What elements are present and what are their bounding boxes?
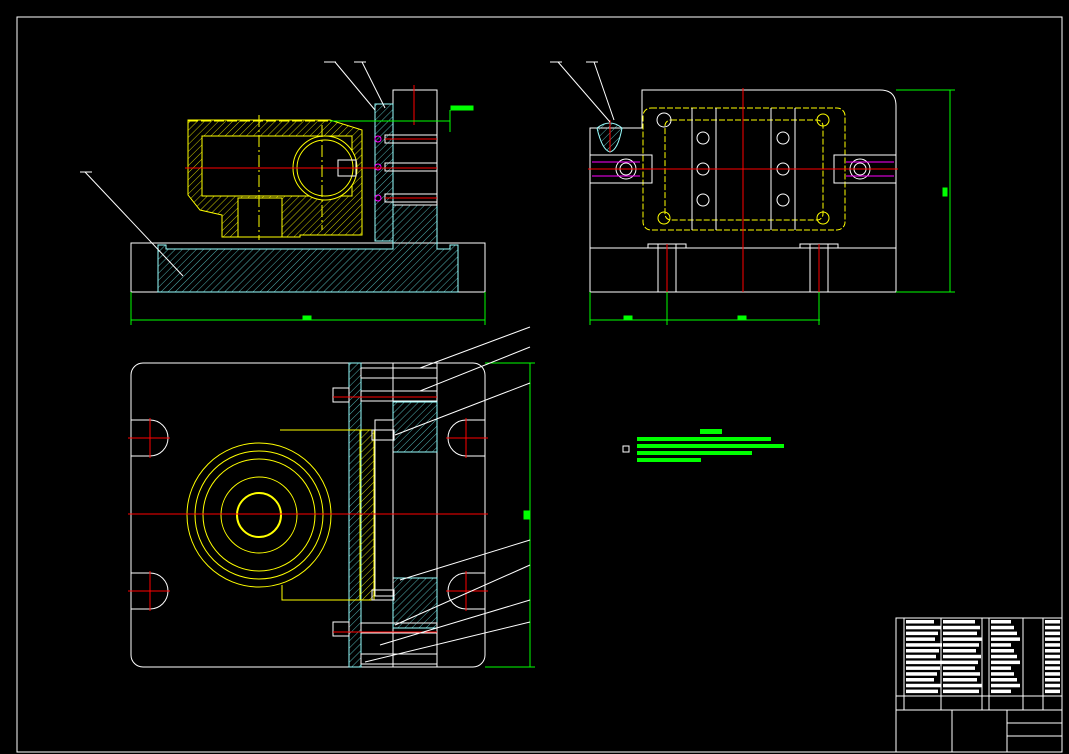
title-block-cell [943, 631, 977, 636]
title-block-cell [1045, 660, 1060, 665]
title-block-cell [991, 631, 1017, 636]
title-block-cell [943, 643, 979, 647]
title-block-cell [906, 637, 935, 641]
title-block-cell [991, 660, 1020, 665]
title-block-cell [906, 660, 943, 665]
part-leaders [364, 326, 531, 663]
cad-drawing-canvas[interactable] [0, 0, 1069, 754]
technical-notes [622, 429, 784, 462]
title-block-cell [906, 643, 942, 647]
title-block-cell [991, 643, 1011, 647]
title-block-cell [943, 689, 979, 694]
title-block-cell [991, 637, 1020, 641]
title-block-cell [906, 654, 936, 659]
title-block-cell [906, 666, 940, 670]
title-block-cell [1045, 643, 1060, 647]
title-block-cell [991, 625, 1014, 630]
side-view [550, 61, 955, 325]
title-block-cell [991, 654, 1017, 659]
title-block-cell [906, 649, 939, 653]
drawing-border [16, 16, 1063, 753]
title-block-cell [1045, 654, 1060, 659]
title-block-cell [991, 666, 1011, 670]
title-block-cell [1045, 620, 1060, 624]
title-block-cell [1045, 649, 1060, 653]
title-block-cell [906, 631, 938, 636]
title-block-cell [991, 649, 1014, 653]
upright-block [392, 89, 438, 206]
title-block-cell [1045, 666, 1060, 670]
title-block-cell [943, 666, 975, 670]
title-block-cell [906, 672, 937, 676]
title-block-cell [906, 678, 934, 682]
title-block-cell [943, 637, 982, 641]
title-block-cell [906, 620, 934, 624]
title-block-cell [943, 620, 975, 624]
title-block-rows [906, 620, 1060, 694]
top-view [128, 326, 535, 668]
title-block-cell [943, 625, 980, 630]
title-block-cell [991, 689, 1011, 694]
title-block-cell [943, 678, 977, 682]
title-block-cell [1045, 678, 1060, 682]
title-block-cell [943, 649, 976, 653]
title-block-cell [1045, 683, 1060, 688]
title-block-cell [943, 683, 982, 688]
workpiece-top [186, 429, 375, 601]
workpiece [187, 119, 363, 238]
title-block-cell [991, 672, 1014, 676]
title-block-cell [991, 678, 1017, 682]
title-block-cell [1045, 631, 1060, 636]
title-block-cell [1045, 637, 1060, 641]
title-block-cell [991, 683, 1020, 688]
title-block-cell [991, 620, 1011, 624]
title-block-cell [906, 625, 941, 630]
title-block-cell [1045, 625, 1060, 630]
title-block-cell [1045, 672, 1060, 676]
title-block-cell [943, 672, 980, 676]
title-block-cell [906, 689, 938, 694]
front-section-view [80, 61, 486, 325]
title-block-cell [943, 654, 981, 659]
title-block-cell [943, 660, 978, 665]
title-block-cell [1045, 689, 1060, 694]
title-block-cell [906, 683, 941, 688]
